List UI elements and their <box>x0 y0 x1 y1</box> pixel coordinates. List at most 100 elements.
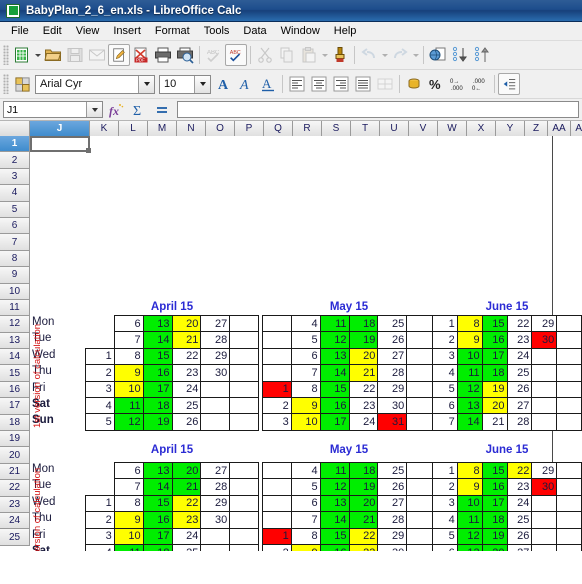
calendar-day-cell[interactable] <box>531 527 558 545</box>
calendar-day-cell[interactable]: 20 <box>171 314 202 333</box>
calendar-day-cell[interactable]: 1 <box>262 380 292 398</box>
font-size-dropdown-icon[interactable] <box>194 75 210 93</box>
calendar-day-cell[interactable]: 12 <box>113 413 144 431</box>
calendar-day-cell[interactable]: 19 <box>348 478 379 496</box>
calendar-day-cell[interactable] <box>556 347 582 366</box>
hyperlink-icon[interactable] <box>427 44 449 66</box>
menu-item-help[interactable]: Help <box>327 23 364 39</box>
calendar-day-cell[interactable]: 28 <box>200 331 231 349</box>
font-name-dropdown-icon[interactable] <box>138 75 154 93</box>
paragraph-styles-icon[interactable] <box>11 73 33 95</box>
calendar-day-cell[interactable] <box>531 396 558 415</box>
calendar-day-cell[interactable]: 1 <box>262 527 292 545</box>
calendar-day-cell[interactable]: 16 <box>142 364 173 382</box>
calendar-day-cell[interactable]: 29 <box>531 461 558 480</box>
calendar-day-cell[interactable] <box>200 543 231 551</box>
column-header-Q[interactable]: Q <box>264 121 293 136</box>
calendar-day-cell[interactable]: 27 <box>377 494 408 513</box>
new-document-icon[interactable] <box>11 44 33 66</box>
row-header-3[interactable]: 3 <box>0 168 29 186</box>
equals-icon[interactable] <box>152 101 172 119</box>
calendar-day-cell[interactable] <box>229 461 259 480</box>
row-header-7[interactable]: 7 <box>0 234 29 251</box>
calendar-day-cell[interactable]: 7 <box>290 364 321 382</box>
calendar-day-cell[interactable]: 27 <box>506 543 533 551</box>
calendar-day-cell[interactable] <box>229 494 259 513</box>
calendar-grid[interactable]: 6132027714212818152229291623303101724411… <box>85 461 259 551</box>
delete-decimal-icon[interactable]: .000 0← <box>469 73 491 95</box>
calendar-day-cell[interactable]: 3 <box>432 347 458 366</box>
calendar-day-cell[interactable] <box>229 413 259 431</box>
column-header-R[interactable]: R <box>293 121 322 136</box>
calendar-day-cell[interactable]: 5 <box>85 413 115 431</box>
calendar-day-cell[interactable]: 8 <box>113 347 144 366</box>
row-header-18[interactable]: 18 <box>0 414 29 432</box>
italic-icon[interactable]: A <box>235 73 257 95</box>
calendar-day-cell[interactable] <box>531 364 558 382</box>
row-header-5[interactable]: 5 <box>0 201 29 218</box>
calendar-day-cell[interactable]: 2 <box>262 543 292 551</box>
row-header-9[interactable]: 9 <box>0 267 29 284</box>
font-name-combobox[interactable]: Arial Cyr <box>35 74 155 94</box>
add-decimal-icon[interactable]: 0→ .000 <box>447 73 469 95</box>
calendar-day-cell[interactable]: 11 <box>113 396 144 415</box>
toolbar-grip[interactable] <box>3 74 9 94</box>
row-header-15[interactable]: 15 <box>0 365 29 382</box>
calendar-day-cell[interactable] <box>262 478 292 496</box>
calendar-day-cell[interactable] <box>556 364 582 382</box>
print-icon[interactable] <box>152 44 174 66</box>
calendar-day-cell[interactable]: 28 <box>506 413 533 431</box>
calendar-day-cell[interactable] <box>229 314 259 333</box>
calendar-day-cell[interactable]: 21 <box>348 511 379 529</box>
calendar-day-cell[interactable] <box>556 413 582 431</box>
column-header-N[interactable]: N <box>177 121 206 136</box>
align-left-icon[interactable] <box>286 73 308 95</box>
underline-icon[interactable]: A <box>257 73 279 95</box>
calendar-day-cell[interactable]: 7 <box>432 413 458 431</box>
calendar-day-cell[interactable]: 10 <box>290 413 321 431</box>
calendar-day-cell[interactable]: 26 <box>171 413 202 431</box>
calendar-day-cell[interactable]: 16 <box>319 543 350 551</box>
calendar-day-cell[interactable] <box>531 380 558 398</box>
calendar-day-cell[interactable] <box>229 527 259 545</box>
calendar-day-cell[interactable]: 3 <box>85 380 115 398</box>
row-header-22[interactable]: 22 <box>0 480 29 497</box>
menu-item-view[interactable]: View <box>69 23 107 39</box>
calendar-day-cell[interactable]: 23 <box>171 511 202 529</box>
calendar-day-cell[interactable]: 9 <box>456 331 483 349</box>
calendar-day-cell[interactable]: 5 <box>290 331 321 349</box>
calendar-day-cell[interactable]: 17 <box>142 527 173 545</box>
calendar-day-cell[interactable] <box>531 413 558 431</box>
calendar-day-cell[interactable]: 30 <box>531 478 558 496</box>
calendar-day-cell[interactable]: 8 <box>290 380 321 398</box>
calendar-day-cell[interactable]: 6 <box>432 543 458 551</box>
calendar-day-cell[interactable]: 25 <box>171 543 202 551</box>
row-header-20[interactable]: 20 <box>0 447 29 464</box>
bold-icon[interactable]: A <box>213 73 235 95</box>
sheet-canvas[interactable]: April 15 6 13 20 27 7 14 21 28 1 8 15 22 29 2 9 16 23 30 3 1… <box>30 136 582 551</box>
calendar-day-cell[interactable]: 18 <box>348 461 379 480</box>
calendar-day-cell[interactable]: 30 <box>377 396 408 415</box>
calendar-day-cell[interactable]: 22 <box>171 347 202 366</box>
percent-format-icon[interactable]: % <box>425 73 447 95</box>
calendar-day-cell[interactable] <box>556 314 582 333</box>
calendar-day-cell[interactable] <box>556 494 582 513</box>
calendar-day-cell[interactable] <box>86 316 115 332</box>
calendar-day-cell[interactable]: 23 <box>348 396 379 415</box>
row-header-12[interactable]: 12 <box>0 316 29 333</box>
export-pdf-icon[interactable]: PDF <box>130 44 152 66</box>
column-header-M[interactable]: M <box>148 121 177 136</box>
calendar-day-cell[interactable]: 28 <box>200 478 231 496</box>
calendar-day-cell[interactable]: 11 <box>456 511 483 529</box>
calendar-day-cell[interactable]: 13 <box>319 494 350 513</box>
calendar-day-cell[interactable] <box>262 314 292 333</box>
calendar-day-cell[interactable]: 2 <box>85 364 115 382</box>
calendar-day-cell[interactable] <box>531 511 558 529</box>
calendar-day-cell[interactable]: 25 <box>506 511 533 529</box>
calendar-day-cell[interactable] <box>200 380 231 398</box>
calendar-day-cell[interactable]: 24 <box>506 347 533 366</box>
calendar-day-cell[interactable]: 16 <box>142 511 173 529</box>
calendar-day-cell[interactable] <box>229 380 259 398</box>
calendar-day-cell[interactable]: 21 <box>348 364 379 382</box>
calendar-day-cell[interactable]: 26 <box>506 527 533 545</box>
